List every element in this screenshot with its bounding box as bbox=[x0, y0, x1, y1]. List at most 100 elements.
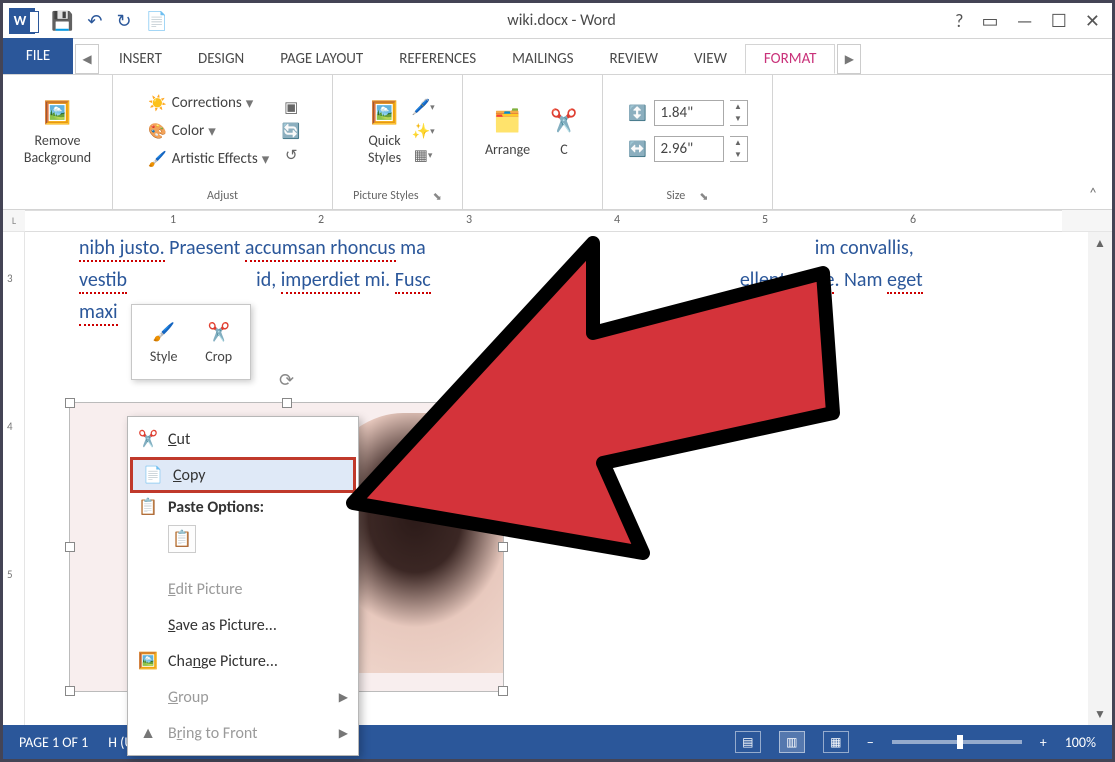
quick-styles-button[interactable]: 🖼️ Quick Styles bbox=[362, 92, 407, 170]
zoom-slider[interactable] bbox=[892, 740, 1022, 744]
artistic-icon: 🖌️ bbox=[148, 149, 168, 169]
size-dialog-launcher[interactable]: ⬊ bbox=[699, 190, 708, 203]
tab-scroll-right[interactable]: ▶ bbox=[837, 44, 861, 74]
tab-insert[interactable]: INSERT bbox=[101, 44, 180, 74]
picture-effects-icon[interactable]: ✨▾ bbox=[413, 121, 433, 141]
print-layout-icon[interactable]: ▥ bbox=[779, 731, 805, 753]
rotate-handle-icon[interactable]: ⟳ bbox=[279, 369, 294, 391]
touch-mode-icon[interactable]: 📄 bbox=[146, 10, 168, 32]
resize-handle[interactable] bbox=[282, 398, 292, 408]
page-canvas[interactable]: nibh justo. Praesent accumsan rhoncus ma… bbox=[39, 232, 1072, 725]
undo-icon[interactable]: ↶ bbox=[87, 10, 102, 32]
close-icon[interactable]: ✕ bbox=[1085, 10, 1100, 32]
horizontal-ruler[interactable]: L 1 2 3 4 5 6 bbox=[3, 210, 1112, 232]
quick-styles-icon: 🖼️ bbox=[369, 96, 401, 128]
tab-page-layout[interactable]: PAGE LAYOUT bbox=[262, 44, 381, 74]
change-picture-icon[interactable]: 🔄 bbox=[281, 121, 301, 141]
width-input[interactable]: 2.96" bbox=[654, 136, 724, 162]
arrange-icon: 🗂️ bbox=[491, 105, 523, 137]
context-menu: ✂️CuCutt 📄CopyCopy 📋Paste Options: 📋 Edi… bbox=[127, 416, 359, 756]
color-icon: 🎨 bbox=[148, 121, 168, 141]
arrange-button[interactable]: 🗂️ Arrange bbox=[479, 101, 536, 162]
height-spinner[interactable]: ▲▼ bbox=[730, 100, 748, 126]
tab-file[interactable]: FILE bbox=[3, 38, 73, 74]
copy-icon: 📄 bbox=[143, 465, 163, 485]
picture-layout-icon[interactable]: ▦▾ bbox=[413, 145, 433, 165]
context-change-picture[interactable]: 🖼️Change Picture...Change Picture... bbox=[128, 643, 358, 679]
crop-button[interactable]: ✂️ C bbox=[542, 101, 586, 162]
height-input[interactable]: 1.84" bbox=[654, 100, 724, 126]
width-icon: ↔️ bbox=[628, 139, 648, 159]
ribbon: 🖼️ Remove Background ☀️Corrections ▾ 🎨Co… bbox=[3, 75, 1112, 210]
context-cut[interactable]: ✂️CuCutt bbox=[128, 421, 358, 457]
paste-keep-source-icon[interactable]: 📋 bbox=[168, 525, 196, 553]
artistic-effects-button[interactable]: 🖌️Artistic Effects ▾ bbox=[144, 147, 274, 171]
web-layout-icon[interactable]: ▦ bbox=[823, 731, 849, 753]
mini-style-button[interactable]: 🖌️ Style bbox=[144, 316, 184, 369]
ruler-mark: 6 bbox=[910, 213, 916, 227]
scroll-up-icon[interactable]: ▲ bbox=[1094, 232, 1106, 254]
scroll-down-icon[interactable]: ▼ bbox=[1094, 703, 1106, 725]
minimize-icon[interactable]: — bbox=[1016, 10, 1032, 32]
redo-icon[interactable]: ↻ bbox=[117, 10, 132, 32]
tab-scroll-left[interactable]: ◀ bbox=[75, 44, 99, 74]
read-mode-icon[interactable]: ▤ bbox=[735, 731, 761, 753]
picture-border-icon[interactable]: 🖊️▾ bbox=[413, 97, 433, 117]
context-paste-options-label: 📋Paste Options: bbox=[128, 493, 358, 521]
title-bar: W 💾 ↶ ↻ 📄 wiki.docx - Word ? ▭ — ☐ ✕ bbox=[3, 3, 1112, 39]
tab-mailings[interactable]: MAILINGS bbox=[494, 44, 591, 74]
collapse-ribbon-icon[interactable]: ˄ bbox=[1078, 181, 1108, 207]
vertical-scrollbar[interactable]: ▲ ▼ bbox=[1088, 232, 1112, 725]
context-paste-options: 📋 bbox=[128, 521, 358, 571]
resize-handle[interactable] bbox=[65, 398, 75, 408]
context-group: GroupGroup▶ bbox=[128, 679, 358, 715]
tab-references[interactable]: REFERENCES bbox=[381, 44, 494, 74]
group-adjust: ☀️Corrections ▾ 🎨Color ▾ 🖌️Artistic Effe… bbox=[113, 75, 333, 209]
group-adjust-label: Adjust bbox=[207, 189, 238, 203]
page-count[interactable]: PAGE 1 OF 1 bbox=[19, 734, 88, 751]
zoom-in-icon[interactable]: + bbox=[1040, 734, 1047, 751]
vertical-ruler[interactable]: 3 4 5 bbox=[3, 232, 25, 725]
ruler-mark: 4 bbox=[614, 213, 620, 227]
context-copy[interactable]: 📄CopyCopy bbox=[130, 457, 356, 493]
resize-handle[interactable] bbox=[498, 398, 508, 408]
resize-handle[interactable] bbox=[65, 686, 75, 696]
tab-view[interactable]: VIEW bbox=[676, 44, 745, 74]
tab-review[interactable]: REVIEW bbox=[592, 44, 676, 74]
context-save-as-picture[interactable]: Save as Picture...Save as Picture... bbox=[128, 607, 358, 643]
group-remove-bg: 🖼️ Remove Background bbox=[3, 75, 113, 209]
resize-handle[interactable] bbox=[65, 542, 75, 552]
zoom-value[interactable]: 100% bbox=[1065, 734, 1096, 751]
ruler-mark: 3 bbox=[466, 213, 472, 227]
resize-handle[interactable] bbox=[498, 686, 508, 696]
width-spinner[interactable]: ▲▼ bbox=[730, 136, 748, 162]
paste-icon: 📋 bbox=[138, 497, 158, 517]
quick-access-toolbar: 💾 ↶ ↻ 📄 bbox=[51, 10, 168, 32]
vruler-mark: 3 bbox=[7, 272, 13, 285]
help-icon[interactable]: ? bbox=[955, 10, 963, 32]
color-button[interactable]: 🎨Color ▾ bbox=[144, 119, 274, 143]
context-bring-to-front: ▲Bring to FrontBring to Front▶ bbox=[128, 715, 358, 751]
reset-picture-icon[interactable]: ↺ bbox=[281, 145, 301, 165]
zoom-out-icon[interactable]: − bbox=[867, 734, 874, 751]
front-icon: ▲ bbox=[138, 724, 158, 743]
vruler-mark: 5 bbox=[7, 568, 13, 581]
compress-icon[interactable]: ▣ bbox=[281, 97, 301, 117]
maximize-icon[interactable]: ☐ bbox=[1051, 10, 1067, 32]
window-buttons: ? ▭ — ☐ ✕ bbox=[955, 10, 1100, 32]
remove-background-button[interactable]: 🖼️ Remove Background bbox=[18, 92, 97, 170]
ribbon-display-icon[interactable]: ▭ bbox=[981, 10, 998, 32]
resize-handle[interactable] bbox=[498, 542, 508, 552]
styles-dialog-launcher[interactable]: ⬊ bbox=[433, 190, 442, 203]
tab-format[interactable]: FORMAT bbox=[745, 44, 835, 74]
tab-design[interactable]: DESIGN bbox=[180, 44, 262, 74]
group-size: ↕️ 1.84" ▲▼ ↔️ 2.96" ▲▼ Size⬊ bbox=[603, 75, 773, 209]
document-area: 3 4 5 nibh justo. Praesent accumsan rhon… bbox=[3, 232, 1112, 725]
ruler-corner: L bbox=[3, 214, 25, 227]
submenu-arrow-icon: ▶ bbox=[339, 690, 348, 705]
save-icon[interactable]: 💾 bbox=[51, 10, 73, 32]
corrections-button[interactable]: ☀️Corrections ▾ bbox=[144, 91, 274, 115]
mini-crop-button[interactable]: ✂️ Crop bbox=[199, 316, 238, 369]
submenu-arrow-icon: ▶ bbox=[339, 726, 348, 741]
group-arrange: 🗂️ Arrange ✂️ C bbox=[463, 75, 603, 209]
